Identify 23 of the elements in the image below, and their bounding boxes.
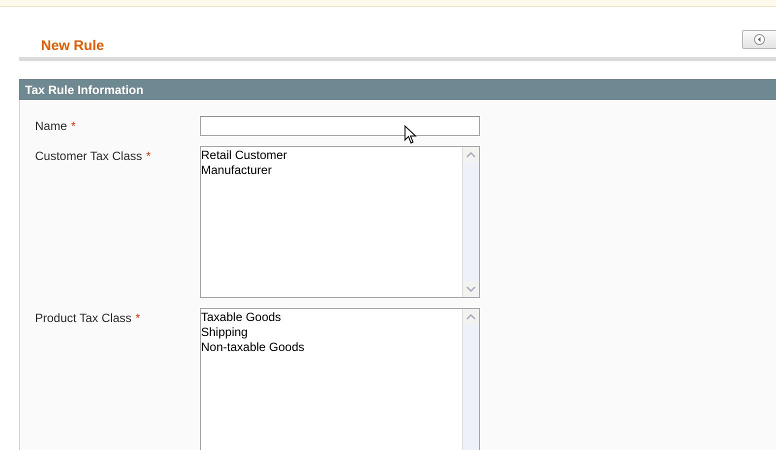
section-header: Tax Rule Information bbox=[19, 79, 776, 100]
field-label: Product Tax Class bbox=[35, 310, 132, 325]
required-asterisk: * bbox=[136, 310, 140, 325]
page-title: New Rule bbox=[41, 37, 104, 53]
required-asterisk: * bbox=[71, 118, 76, 133]
list-option[interactable]: Taxable Goods bbox=[201, 310, 462, 325]
field-label: Customer Tax Class bbox=[35, 148, 142, 163]
list-option[interactable]: Non-taxable Goods bbox=[201, 340, 462, 355]
back-button[interactable] bbox=[742, 30, 776, 49]
scroll-up-icon[interactable] bbox=[464, 310, 478, 324]
list-option[interactable]: Shipping bbox=[201, 325, 462, 340]
list-option[interactable]: Retail Customer bbox=[201, 148, 462, 163]
name-input-field[interactable] bbox=[200, 116, 480, 136]
scrollbar[interactable] bbox=[462, 309, 479, 450]
tax-class-list-box[interactable]: Taxable Goods Shipping Non-taxable Goods bbox=[200, 308, 480, 450]
tax-class-list-box[interactable]: Retail Customer Manufacturer bbox=[200, 146, 480, 298]
list-option[interactable]: Manufacturer bbox=[201, 163, 462, 178]
scroll-up-icon[interactable] bbox=[464, 148, 478, 162]
mouse-pointer-icon bbox=[404, 125, 417, 145]
scrollbar[interactable] bbox=[462, 147, 479, 297]
scroll-down-icon[interactable] bbox=[464, 282, 478, 296]
field-label: Name bbox=[35, 118, 68, 133]
required-asterisk: * bbox=[146, 148, 151, 163]
